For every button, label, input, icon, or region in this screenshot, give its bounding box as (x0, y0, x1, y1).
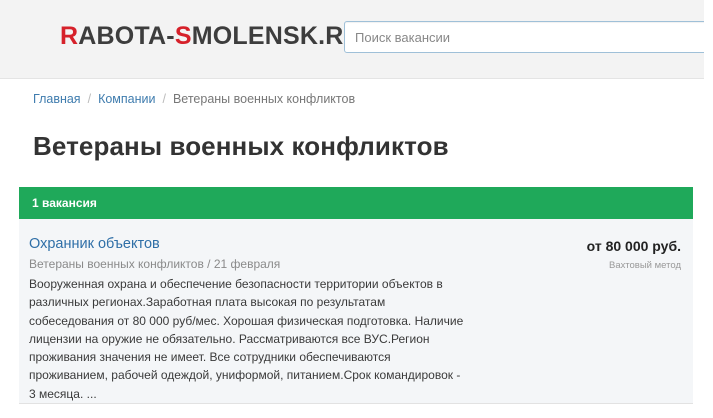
page-edge (704, 0, 713, 418)
breadcrumb-current: Ветераны военных конфликтов (172, 92, 356, 106)
vacancy-meta: Ветераны военных конфликтов / 21 февраля (29, 257, 281, 271)
vacancy-count-label: 1 вакансия (32, 196, 97, 210)
breadcrumb-home[interactable]: Главная (33, 92, 81, 106)
page-title: Ветераны военных конфликтов (33, 131, 449, 161)
vacancy-card: Охранник объектов Ветераны военных конфл… (19, 219, 693, 404)
search-input[interactable] (344, 21, 713, 53)
vacancy-title-link[interactable]: Охранник объектов (29, 236, 160, 252)
site-header: RABOTA-SMOLENSK.RU (0, 0, 713, 79)
logo-text-abota: ABOTA- (78, 22, 175, 50)
logo-text-molensk: MOLENSK.RU (191, 22, 362, 50)
vacancy-schedule: Вахтовый метод (609, 260, 681, 271)
vacancy-count-bar: 1 вакансия (19, 187, 693, 219)
breadcrumb-companies[interactable]: Компании (98, 92, 155, 106)
vacancy-description: Вооруженная охрана и обеспечение безопас… (29, 277, 464, 401)
vacancy-salary: от 80 000 руб. (586, 238, 681, 254)
logo-letter-s: S (174, 22, 192, 50)
breadcrumb-separator: / (87, 92, 92, 106)
breadcrumb: Главная / Компании / Ветераны военных конфли… (33, 92, 355, 106)
breadcrumb-separator: / (162, 92, 166, 106)
logo-letter-r: R (60, 22, 79, 50)
site-logo[interactable]: RABOTA-SMOLENSK.RU (60, 22, 362, 51)
